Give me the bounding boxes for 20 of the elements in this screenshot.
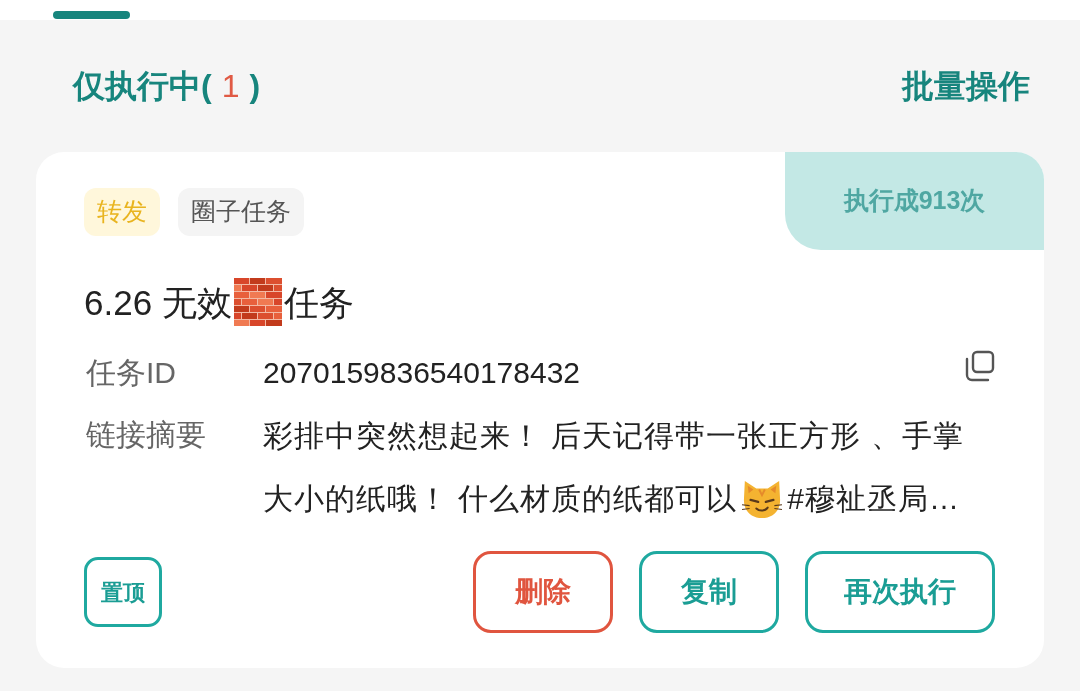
brick-wall-icon xyxy=(233,278,282,326)
cat-face-icon xyxy=(741,478,784,519)
summary-text: 彩排中突然想起来！ 后天记得带一张正方形 、手掌 xyxy=(263,420,964,451)
task-title: 任务 xyxy=(283,284,354,320)
task-tag: 转发 xyxy=(84,188,160,236)
task-id-value: 2070159836540178432 xyxy=(263,358,581,388)
execution-count-badge: 执行成913次 xyxy=(785,152,1044,250)
field-label: 链接摘要 xyxy=(85,417,207,453)
action-button[interactable]: 复制 xyxy=(639,551,779,633)
delete-button[interactable]: 删除 xyxy=(473,551,613,633)
summary-text: #穆祉丞局… xyxy=(787,483,961,514)
action-button[interactable]: 再次执行 xyxy=(805,551,995,633)
copy-icon[interactable] xyxy=(963,350,995,382)
running-filter[interactable]: 仅执行中( 1 ) xyxy=(73,70,261,102)
summary-text: 大小的纸哦！ 什么材质的纸都可以 xyxy=(263,483,738,514)
field-label: 任务ID xyxy=(85,358,177,388)
task-title: 6.26 无效 xyxy=(84,284,232,320)
task-tag: 圈子任务 xyxy=(178,188,304,236)
pin-button[interactable]: 置顶 xyxy=(84,557,162,627)
batch-action-button[interactable]: 批量操作 xyxy=(902,70,1030,102)
